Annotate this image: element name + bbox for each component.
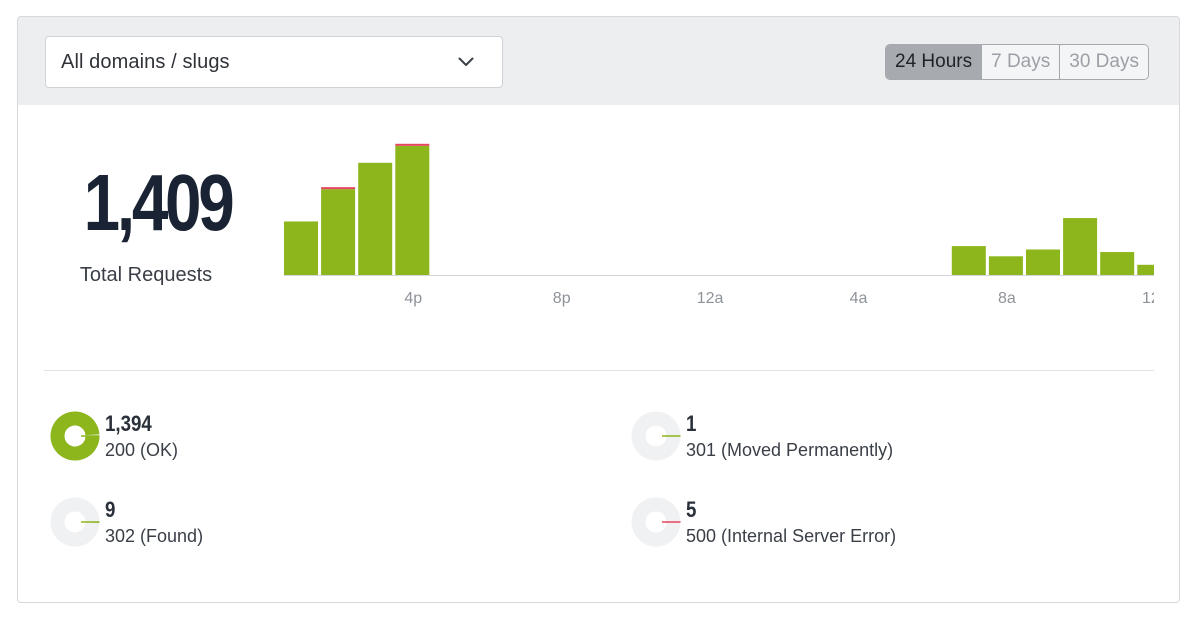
status-200-label: 200 (OK) [105,440,179,460]
status-302-donut [50,497,100,547]
bar-success-11a[interactable] [1100,252,1135,275]
status-301-donut [631,411,681,461]
status-301-label: 301 (Moved Permanently) [686,440,894,460]
x-tick-label: 8p [553,290,571,307]
bar-success-4p[interactable] [395,145,430,275]
bar-success-10a[interactable] [1063,218,1098,275]
bar-error-4p[interactable] [395,143,430,146]
x-tick-label: 8a [998,290,1016,307]
status-302-label: 302 (Found) [105,526,204,546]
status-500-count: 5 [686,497,697,522]
bar-success-3p[interactable] [358,162,393,275]
status-500-donut [631,497,681,547]
x-tick-label: 4p [404,290,422,307]
bar-success-1p[interactable] [284,221,318,275]
x-tick-label: 4a [850,290,868,307]
bar-success-8a[interactable] [988,256,1023,275]
bar-success-12p[interactable] [1137,264,1160,275]
bar-success-2p[interactable] [321,189,356,275]
status-200-donut [50,411,100,461]
status-200-count: 1,394 [105,411,152,436]
status-500-label: 500 (Internal Server Error) [686,526,897,546]
bar-success-7a[interactable] [951,246,986,275]
bar-success-9a[interactable] [1026,249,1060,276]
x-tick-label: 12p [1142,290,1160,307]
status-301-count: 1 [686,411,697,436]
bar-error-2p[interactable] [321,187,356,190]
requests-bar-chart: 4p 8p 12a 4a 8a 12p [284,143,1160,307]
section-divider [44,370,1154,371]
status-302-count: 9 [105,497,116,522]
x-tick-label: 12a [697,290,724,307]
